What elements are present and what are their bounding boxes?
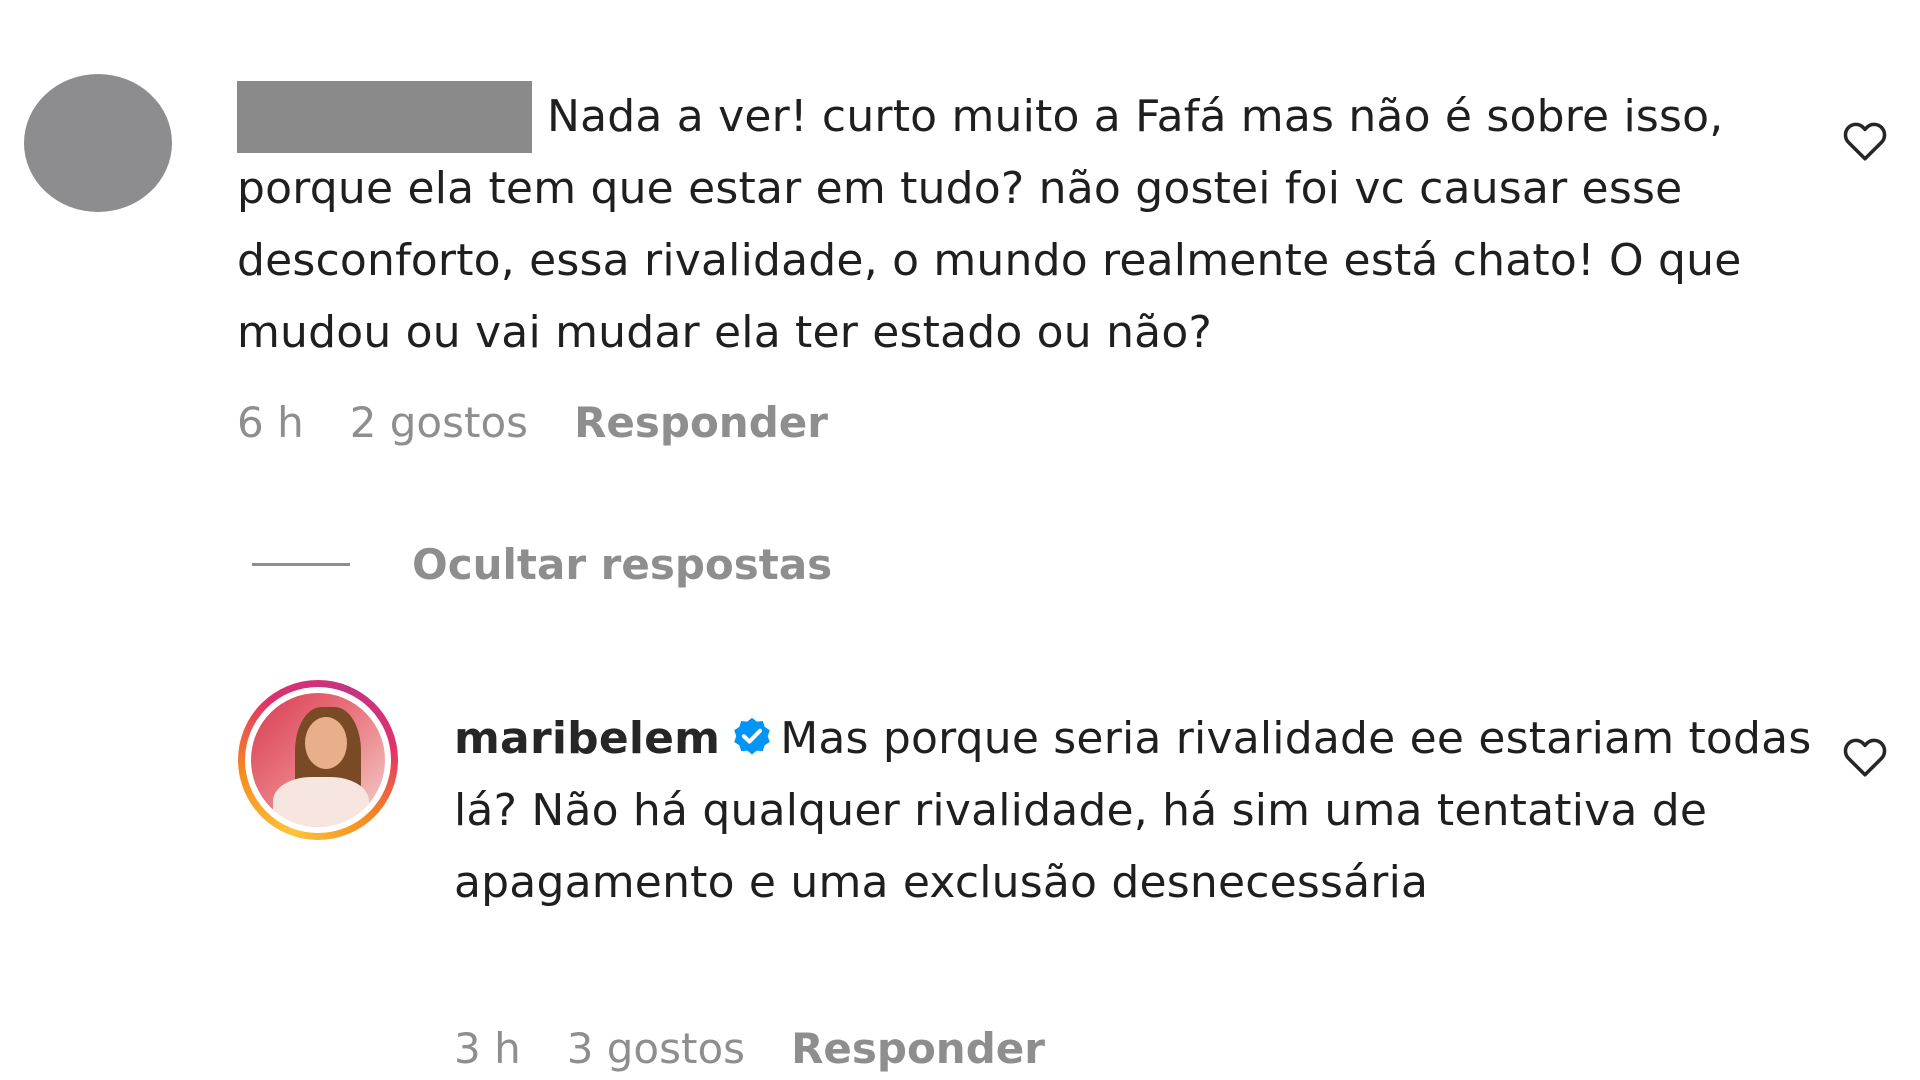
comment-time[interactable]: 6 h — [237, 398, 304, 447]
avatar-story-ring[interactable] — [238, 680, 398, 840]
verified-badge-icon — [734, 717, 771, 755]
comment-meta: 6 h 2 gostos Responder — [237, 398, 828, 447]
avatar[interactable] — [251, 693, 385, 827]
reply-comment: maribelem Mas porque seria rivalidade ee … — [0, 680, 1920, 1080]
avatar[interactable] — [24, 74, 172, 212]
comment-likes[interactable]: 2 gostos — [350, 398, 528, 447]
reply-body: maribelem Mas porque seria rivalidade ee … — [454, 703, 1854, 919]
reply-button[interactable]: Responder — [791, 1024, 1045, 1073]
reply-meta: 3 h 3 gostos Responder — [454, 1024, 1045, 1073]
reply-button[interactable]: Responder — [574, 398, 828, 447]
comment: Nada a ver! curto muito a Fafá mas não é… — [0, 68, 1920, 488]
divider-line — [252, 563, 350, 566]
comment-text: Nada a ver! curto muito a Fafá mas não é… — [237, 91, 1742, 358]
reply-likes[interactable]: 3 gostos — [567, 1024, 745, 1073]
hide-replies-label[interactable]: Ocultar respostas — [412, 540, 832, 589]
avatar-border — [245, 687, 391, 833]
avatar-face — [305, 717, 347, 769]
username[interactable]: maribelem — [454, 713, 720, 764]
avatar-shoulders — [273, 777, 369, 827]
heart-outline-icon[interactable] — [1840, 732, 1890, 782]
reply-time[interactable]: 3 h — [454, 1024, 521, 1073]
heart-outline-icon[interactable] — [1840, 116, 1890, 166]
hide-replies-toggle[interactable]: Ocultar respostas — [252, 540, 832, 589]
